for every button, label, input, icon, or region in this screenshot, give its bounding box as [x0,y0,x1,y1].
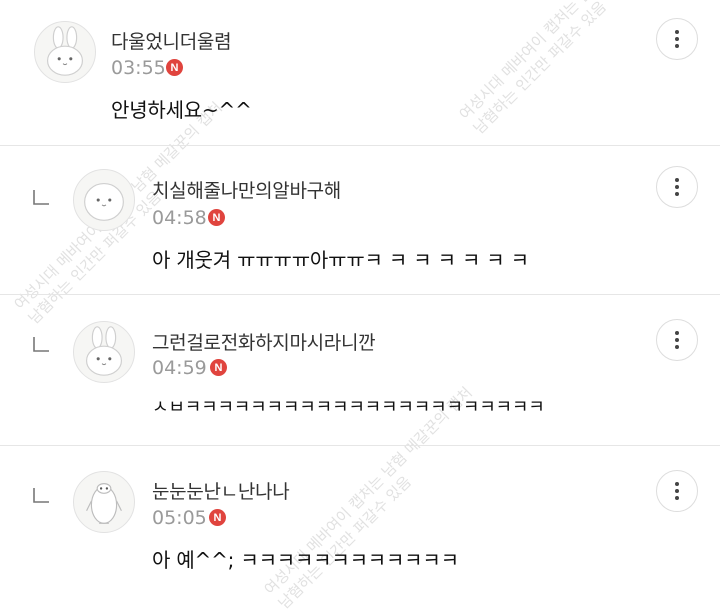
comment-time: 03:55 [111,57,166,79]
penguin-icon [86,483,122,524]
round-face-icon [84,182,124,221]
comment-text: 안녕하세요~^^ [111,98,252,122]
new-badge: N [166,59,183,76]
avatar[interactable] [73,471,135,533]
reply-arrow-icon [32,188,50,206]
comment-author[interactable]: 다울었니더울렴 [111,27,232,54]
avatar[interactable] [34,21,96,83]
comment-reply-item: 눈눈눈난ㄴ난나나 05:05 N 아 예^^; ㅋㅋㅋㅋㅋㅋㅋㅋㅋㅋㅋㅋ [0,446,720,599]
rabbit-icon [86,326,122,376]
comment-time: 04:58 [152,207,207,229]
avatar[interactable] [73,321,135,383]
more-options-button[interactable] [656,319,698,361]
more-options-button[interactable] [656,166,698,208]
more-vertical-icon [675,30,679,34]
more-vertical-icon [675,482,679,486]
more-options-button[interactable] [656,470,698,512]
comment-author[interactable]: 치실해줄나만의알바구해 [152,176,341,203]
comment-reply-item: 그런걸로전화하지마시라니깐 04:59 N ㅅㅂㅋㅋㅋㅋㅋㅋㅋㅋㅋㅋㅋㅋㅋㅋㅋㅋ… [0,295,720,445]
more-vertical-icon [675,331,679,335]
reply-arrow-icon [32,335,50,353]
new-badge: N [208,209,225,226]
rabbit-icon [47,26,83,76]
comment-time: 05:05 [152,507,207,529]
comment-reply-item: 치실해줄나만의알바구해 04:58 N 아 개웃겨 ㅠㅠㅠㅠ아ㅠㅠㅋ ㅋ ㅋ ㅋ… [0,146,720,294]
reply-arrow-icon [32,486,50,504]
comment-author[interactable]: 눈눈눈난ㄴ난나나 [152,477,290,504]
comment-item: 다울었니더울렴 03:55 N 안녕하세요~^^ [0,0,720,145]
comment-text: 아 개웃겨 ㅠㅠㅠㅠ아ㅠㅠㅋ ㅋ ㅋ ㅋ ㅋ ㅋ ㅋ [152,248,529,272]
comment-time: 04:59 [152,357,207,379]
more-options-button[interactable] [656,18,698,60]
comment-text: 아 예^^; ㅋㅋㅋㅋㅋㅋㅋㅋㅋㅋㅋㅋ [152,548,459,572]
new-badge: N [210,359,227,376]
avatar[interactable] [73,169,135,231]
more-vertical-icon [675,178,679,182]
comment-author[interactable]: 그런걸로전화하지마시라니깐 [152,328,376,355]
new-badge: N [209,509,226,526]
comment-text: ㅅㅂㅋㅋㅋㅋㅋㅋㅋㅋㅋㅋㅋㅋㅋㅋㅋㅋㅋㅋㅋㅋㅋㅋ [152,397,545,418]
